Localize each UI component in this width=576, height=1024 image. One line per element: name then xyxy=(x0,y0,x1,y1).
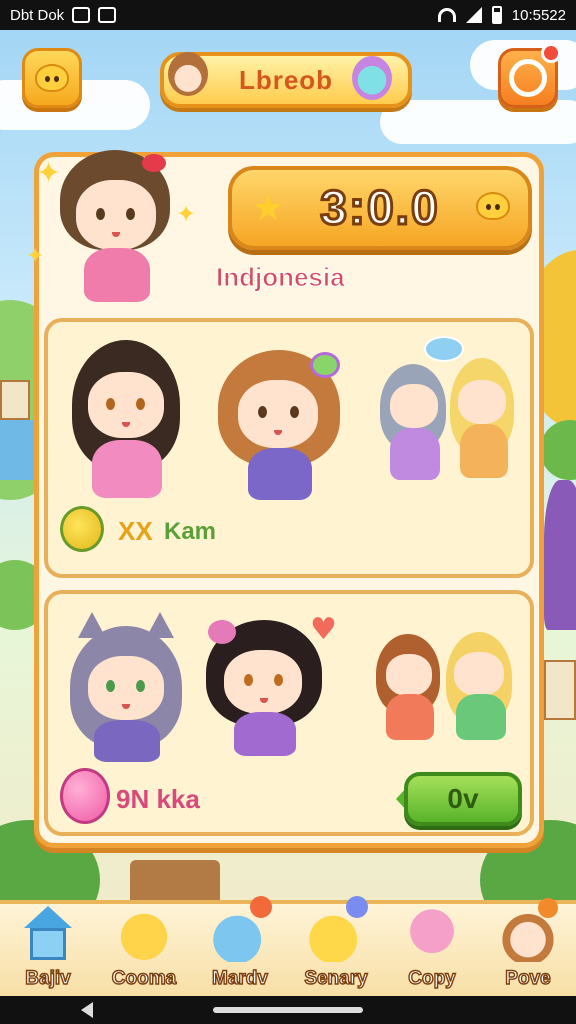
bear-balloon-icon xyxy=(212,896,272,962)
battery-icon xyxy=(491,6,502,24)
nav-label: Bajiv xyxy=(25,967,72,989)
nav-label: Mardv xyxy=(211,967,268,989)
star-icon: ★ xyxy=(252,188,285,229)
signal-icon xyxy=(465,7,482,23)
nav-label: Copy xyxy=(408,967,457,989)
nav-label: Pove xyxy=(505,967,552,989)
system-nav-bar xyxy=(0,996,576,1024)
cat-icon xyxy=(116,906,172,962)
camera-button[interactable] xyxy=(498,43,561,108)
bow-icon xyxy=(142,154,166,172)
heart-icon: ♥ xyxy=(310,612,337,647)
pet-menu-button[interactable] xyxy=(22,48,82,108)
nav-item-cat[interactable]: Cooma xyxy=(96,906,192,990)
sparkle-icon: ✦ xyxy=(36,156,62,191)
nav-item-bear[interactable]: Mardv xyxy=(192,896,288,990)
card-label: 9N kka xyxy=(116,784,200,814)
sparkle-icon: ✦ xyxy=(176,200,197,228)
nav-item-profile[interactable]: Pove xyxy=(480,898,576,990)
dog-balloon-icon xyxy=(308,896,368,962)
notification-icon xyxy=(72,7,91,23)
slime-mascot-icon xyxy=(352,56,392,100)
card-badge: XX xyxy=(118,516,153,546)
go-button[interactable]: 0v xyxy=(404,772,522,826)
nav-label: Senary xyxy=(304,967,369,989)
cat-face-icon xyxy=(476,192,510,220)
go-button-label: 0v xyxy=(447,783,479,814)
character-duo[interactable] xyxy=(380,358,516,494)
score-display: ★ 3:0.0 xyxy=(228,166,532,250)
notification-badge xyxy=(541,43,561,63)
octopus-icon xyxy=(404,906,460,962)
apple-icon xyxy=(60,506,104,552)
status-bar-time: 10:5522 xyxy=(511,6,566,24)
status-bar-text: Dbt Dok xyxy=(10,6,65,24)
nav-label: Cooma xyxy=(111,967,177,989)
nav-item-home[interactable]: Bajiv xyxy=(0,906,96,990)
girl-avatar-icon xyxy=(500,898,558,962)
page-title: Lbreob xyxy=(238,64,334,95)
wifi-icon xyxy=(437,8,456,22)
character-duo[interactable] xyxy=(376,628,516,758)
heart-fruit-icon xyxy=(60,768,110,824)
girl-mascot-icon xyxy=(168,52,208,96)
image-icon xyxy=(98,7,117,23)
status-bar: Dbt Dok 10:5522 xyxy=(0,0,576,30)
camera-icon xyxy=(509,59,547,97)
nav-item-dog[interactable]: Senary xyxy=(288,896,384,990)
cat-face-icon xyxy=(35,64,69,92)
bottom-nav: Bajiv Cooma Mardv Senary Copy Pove xyxy=(0,896,576,996)
character-dark-hair[interactable] xyxy=(66,340,186,500)
sparkle-icon: ✦ xyxy=(26,244,45,269)
speech-bubble-icon xyxy=(424,336,464,362)
nav-item-octopus[interactable]: Copy xyxy=(384,906,480,990)
home-gesture-bar[interactable] xyxy=(213,1007,363,1013)
score-value: 3:0.0 xyxy=(319,180,440,236)
house-icon xyxy=(20,906,76,962)
back-icon[interactable] xyxy=(81,1002,93,1018)
character-cat-ears[interactable] xyxy=(66,612,186,762)
character-brown-hair[interactable] xyxy=(214,350,344,500)
country-label: Indjonesia xyxy=(216,262,346,293)
card-label: Kam xyxy=(164,518,217,545)
player-avatar[interactable] xyxy=(50,150,186,306)
